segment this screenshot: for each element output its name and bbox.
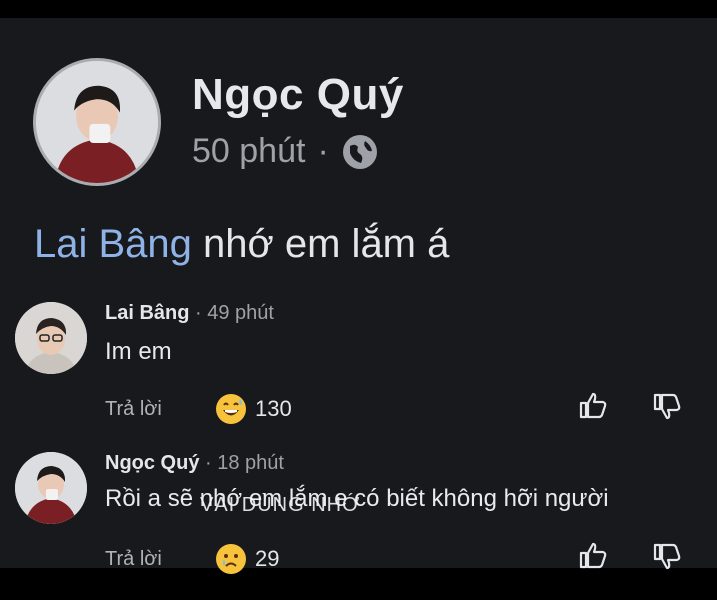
like-icon[interactable] xyxy=(578,540,608,570)
post-text-body: nhớ em lắm á xyxy=(191,222,450,266)
dislike-icon[interactable] xyxy=(652,392,682,422)
globe-icon[interactable] xyxy=(341,133,379,171)
reaction-count: 130 xyxy=(255,396,292,421)
reply-button[interactable]: Trả lời xyxy=(105,548,215,571)
comment-actions: Trả lời 29 xyxy=(105,543,279,575)
post-author-name[interactable]: Ngọc Quý xyxy=(192,70,404,120)
meta-separator: · xyxy=(317,132,329,170)
comment-avatar[interactable] xyxy=(15,302,87,374)
grin-sweat-emoji-icon xyxy=(216,394,246,424)
post-text: Lai Bâng nhớ em lắm á xyxy=(34,222,449,267)
comment-time[interactable]: · 49 phút xyxy=(195,302,274,324)
reaction-summary[interactable]: 29 xyxy=(215,543,279,575)
comment-text: Im em xyxy=(105,338,172,365)
comment-author[interactable]: Ngọc Quý · 18 phút xyxy=(105,452,284,475)
comment-author-name[interactable]: Lai Bâng xyxy=(105,302,189,324)
post-time[interactable]: 50 phút xyxy=(192,132,305,171)
like-icon[interactable] xyxy=(578,390,608,420)
dislike-icon[interactable] xyxy=(652,542,682,572)
comment-author-name[interactable]: Ngọc Quý xyxy=(105,452,199,474)
reaction-summary[interactable]: 130 xyxy=(215,393,292,425)
reply-button[interactable]: Trả lời xyxy=(105,398,215,421)
video-caption-watermark: VÀI DÙNG NHỚ xyxy=(200,494,361,516)
sad-emoji-icon xyxy=(216,544,246,574)
comment-avatar[interactable] xyxy=(15,452,87,524)
reaction-count: 29 xyxy=(255,546,280,571)
post-author-avatar[interactable] xyxy=(33,58,161,186)
comment-author[interactable]: Lai Bâng · 49 phút xyxy=(105,302,274,325)
post-meta: 50 phút · xyxy=(192,132,379,171)
comment-time[interactable]: · 18 phút xyxy=(205,452,284,474)
post-mention-link[interactable]: Lai Bâng xyxy=(34,222,192,266)
comment-actions: Trả lời 130 xyxy=(105,393,292,425)
